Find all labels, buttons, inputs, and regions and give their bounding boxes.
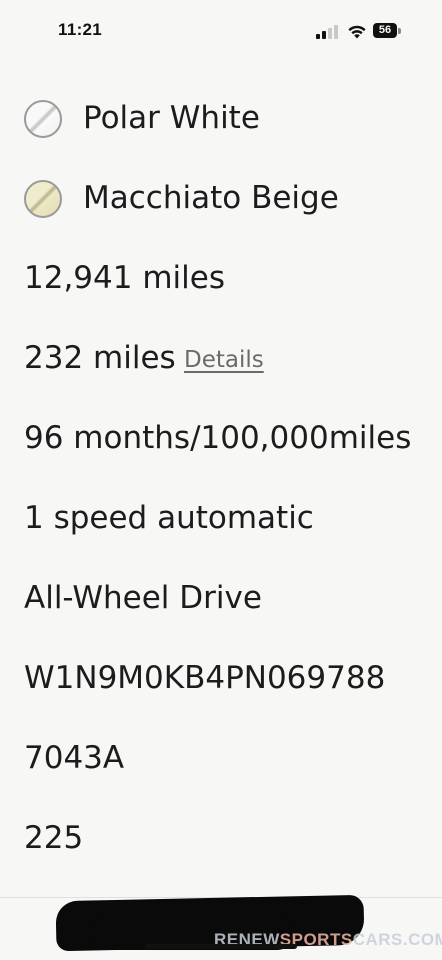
warranty-value: 96 months/100,000miles: [24, 420, 412, 456]
battery-level: 56: [373, 23, 397, 38]
listing-screen: 11:21 56 Polar White Macchiato Beige 12,…: [0, 0, 442, 960]
home-indicator[interactable]: [145, 944, 297, 949]
battery-icon: 56: [373, 23, 403, 39]
wifi-icon: [348, 25, 366, 39]
interior-color-swatch: [24, 180, 62, 218]
stock-number-value: 7043A: [24, 740, 125, 776]
range-details-link[interactable]: Details: [184, 345, 264, 375]
transmission-value: 1 speed automatic: [24, 500, 314, 536]
mileage-value: 12,941 miles: [24, 260, 225, 296]
watermark-part: CARS.COM: [352, 930, 442, 949]
range-value: 232 miles: [24, 340, 176, 376]
exterior-color-label: Polar White: [83, 100, 260, 136]
spec-value-225: 225: [24, 820, 84, 856]
drivetrain-value: All-Wheel Drive: [24, 580, 262, 616]
cellular-signal-icon: [316, 25, 338, 39]
interior-color-label: Macchiato Beige: [83, 180, 339, 216]
exterior-color-swatch: [24, 100, 62, 138]
vin-value: W1N9M0KB4PN069788: [24, 660, 386, 696]
status-bar: 11:21 56: [0, 0, 442, 64]
status-time: 11:21: [58, 20, 103, 39]
